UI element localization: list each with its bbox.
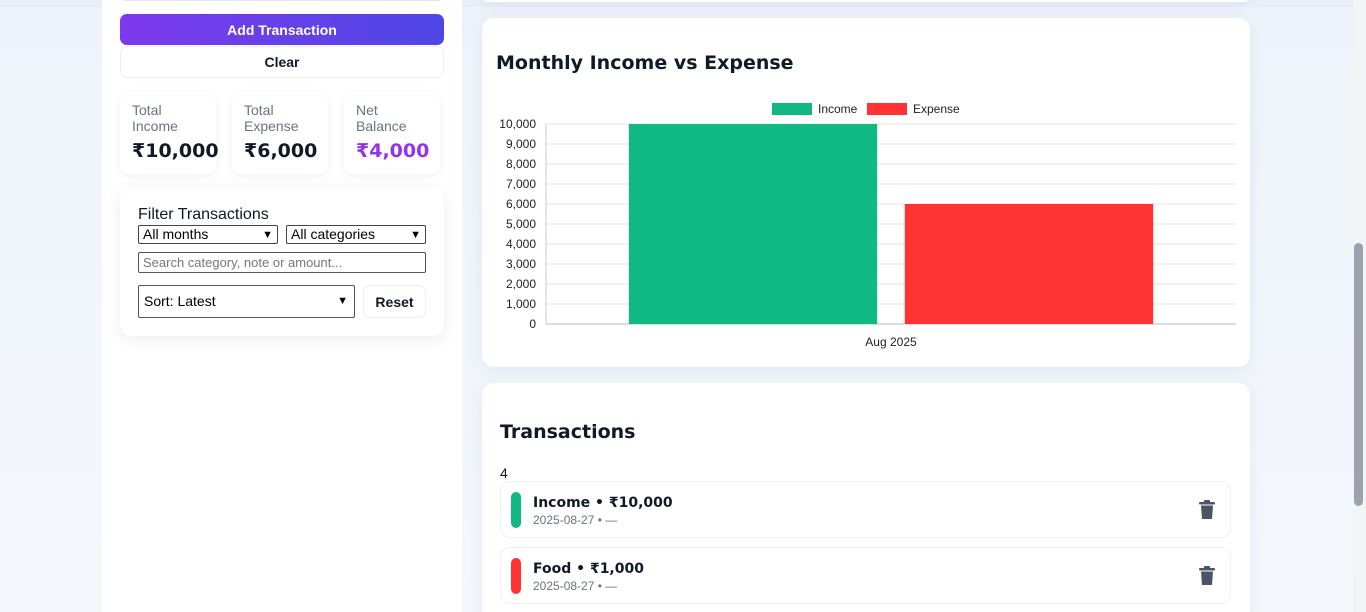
sort-select-value: Sort: Latest	[144, 293, 216, 309]
filter-title: Filter Transactions	[138, 206, 269, 223]
chevron-down-icon: ▼	[337, 295, 348, 307]
y-tick-label: 7,000	[506, 177, 536, 191]
total-income-card: Total Income ₹10,000	[120, 92, 219, 174]
total-income-value: ₹10,000	[132, 140, 219, 162]
net-balance-label: Net Balance	[356, 102, 407, 134]
transactions-card: Transactions 4 Income • ₹10,000 2025-08-…	[482, 383, 1250, 612]
bar-chart: 0 1,000 2,000 3,000 4,000 5,000 6,000 7,000 8,00…	[499, 117, 1236, 349]
y-tick-label: 2,000	[506, 277, 536, 291]
transactions-title: Transactions	[500, 421, 636, 443]
month-select-value: All months	[143, 226, 209, 242]
search-input[interactable]: Search category, note or amount...	[138, 252, 426, 273]
category-select-value: All categories	[291, 226, 376, 242]
transactions-count: 4	[500, 465, 508, 481]
transaction-meta: 2025-08-27 • —	[533, 513, 618, 527]
bar-expense	[904, 204, 1154, 324]
month-select[interactable]: All months ▼	[138, 225, 278, 244]
y-tick-label: 8,000	[506, 157, 536, 171]
y-tick-label: 10,000	[499, 117, 536, 131]
net-balance-card: Net Balance ₹4,000	[344, 92, 440, 174]
trash-icon[interactable]	[1198, 566, 1216, 586]
y-tick-label: 3,000	[506, 257, 536, 271]
total-expense-label: Total Expense	[244, 102, 299, 134]
y-tick-label: 4,000	[506, 237, 536, 251]
net-balance-value: ₹4,000	[356, 140, 430, 162]
transaction-row[interactable]: Income • ₹10,000 2025-08-27 • —	[500, 481, 1231, 538]
sort-select[interactable]: Sort: Latest ▼	[138, 285, 355, 318]
scrollbar-thumb[interactable]	[1354, 243, 1363, 506]
add-transaction-button[interactable]: Add Transaction	[120, 14, 444, 45]
chevron-down-icon: ▼	[262, 229, 273, 241]
chevron-down-icon: ▼	[410, 229, 421, 241]
y-tick-label: 0	[529, 317, 536, 331]
y-tick-label: 9,000	[506, 137, 536, 151]
reset-button[interactable]: Reset	[363, 285, 426, 318]
y-tick-label: 5,000	[506, 217, 536, 231]
category-select[interactable]: All categories ▼	[286, 225, 426, 244]
bar-income	[628, 124, 878, 324]
transaction-color-bar	[511, 492, 521, 528]
trash-icon[interactable]	[1198, 500, 1216, 520]
transaction-title: Income • ₹10,000	[533, 495, 673, 511]
transaction-color-bar	[511, 558, 521, 594]
transaction-meta: 2025-08-27 • —	[533, 579, 618, 593]
y-tick-label: 1,000	[506, 297, 536, 311]
clear-button[interactable]: Clear	[120, 46, 444, 78]
total-expense-value: ₹6,000	[244, 140, 318, 162]
previous-input-edge[interactable]	[120, 0, 444, 1]
y-tick-label: 6,000	[506, 197, 536, 211]
chart-card: Monthly Income vs Expense Income Expense…	[482, 18, 1250, 367]
x-tick-label: Aug 2025	[865, 335, 917, 349]
total-expense-card: Total Expense ₹6,000	[232, 92, 328, 174]
transaction-title: Food • ₹1,000	[533, 561, 644, 577]
filter-card: Filter Transactions All months ▼ All cat…	[120, 187, 444, 336]
total-income-label: Total Income	[132, 102, 178, 134]
transaction-row[interactable]: Food • ₹1,000 2025-08-27 • —	[500, 547, 1231, 604]
previous-card-edge	[482, 0, 1250, 2]
